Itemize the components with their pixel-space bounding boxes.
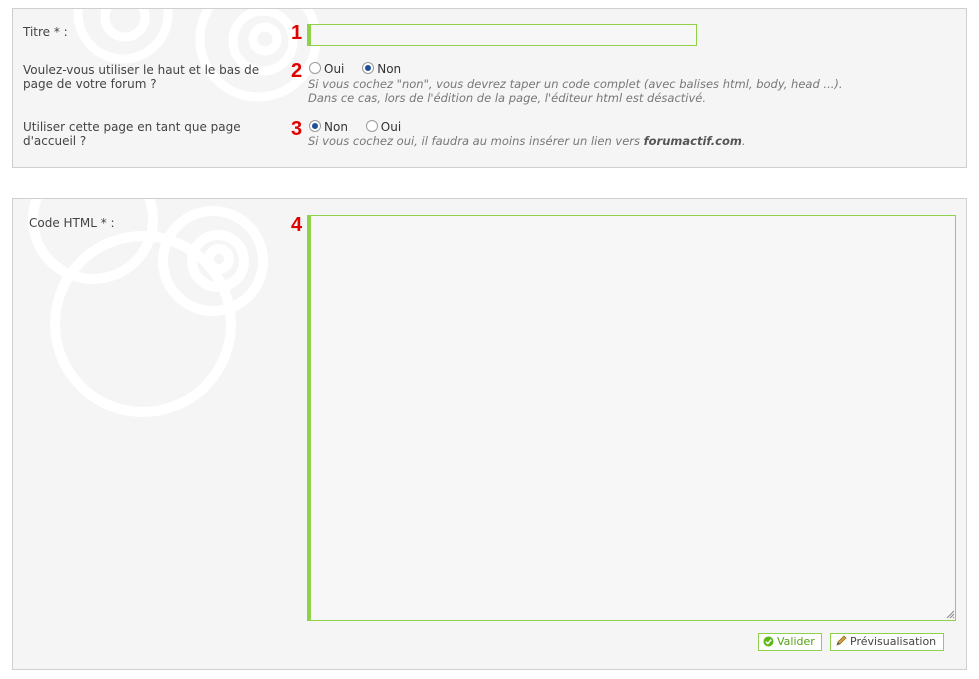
step-number-4: 4	[291, 214, 303, 236]
check-circle-icon	[763, 636, 774, 647]
step-number-1: 1	[291, 22, 303, 44]
header-footer-oui-label[interactable]: Oui	[324, 62, 344, 76]
header-footer-label-line1: Voulez-vous utiliser le haut et le bas d…	[23, 63, 260, 77]
header-footer-hint-line1: Si vous cochez "non", vous devrez taper …	[308, 77, 843, 91]
submit-button[interactable]: Valider	[758, 633, 822, 651]
pencil-icon	[836, 635, 847, 646]
forumactif-link-text: forumactif.com	[643, 134, 742, 148]
header-footer-hint-line2: Dans ce cas, lors de l'édition de la pag…	[308, 91, 707, 105]
header-footer-question-label: Voulez-vous utiliser le haut et le bas d…	[23, 63, 259, 91]
header-footer-hint: Si vous cochez "non", vous devrez taper …	[308, 77, 843, 105]
homepage-non-radio[interactable]	[309, 120, 321, 132]
homepage-oui-label[interactable]: Oui	[381, 120, 401, 134]
header-footer-label-line2: page de votre forum ?	[23, 77, 157, 91]
titre-input[interactable]	[307, 24, 697, 46]
code-html-textarea[interactable]	[307, 215, 956, 621]
header-footer-non-label[interactable]: Non	[377, 62, 401, 76]
code-html-label: Code HTML * :	[29, 216, 115, 230]
homepage-hint: Si vous cochez oui, il faudra au moins i…	[308, 134, 746, 148]
header-footer-non-radio[interactable]	[362, 62, 375, 74]
page-settings-panel: Titre * : 1 Voulez-vous utiliser le haut…	[12, 8, 967, 168]
swirl-decoration-icon	[28, 199, 268, 417]
homepage-radio-group: Non Oui	[309, 120, 415, 134]
homepage-label-line1: Utiliser cette page en tant que page	[23, 120, 241, 134]
header-footer-oui-radio[interactable]	[309, 62, 321, 74]
step-number-3: 3	[291, 118, 303, 140]
homepage-non-label[interactable]: Non	[324, 120, 348, 134]
step-number-2: 2	[291, 60, 303, 82]
submit-button-label: Valider	[777, 635, 815, 648]
homepage-label-line2: d'accueil ?	[23, 134, 87, 148]
titre-label: Titre * :	[23, 25, 68, 39]
header-footer-radio-group: Oui Non	[309, 62, 415, 76]
resize-handle-icon[interactable]	[945, 609, 955, 619]
homepage-oui-radio[interactable]	[365, 120, 378, 132]
homepage-question-label: Utiliser cette page en tant que page d'a…	[23, 120, 241, 148]
homepage-hint-text: Si vous cochez oui, il faudra au moins i…	[308, 134, 644, 148]
preview-button[interactable]: Prévisualisation	[830, 633, 944, 651]
preview-button-label: Prévisualisation	[850, 635, 937, 648]
html-code-panel: Code HTML * : 4 Valider Prévisualisation	[12, 198, 967, 670]
homepage-hint-suffix: .	[741, 134, 746, 148]
